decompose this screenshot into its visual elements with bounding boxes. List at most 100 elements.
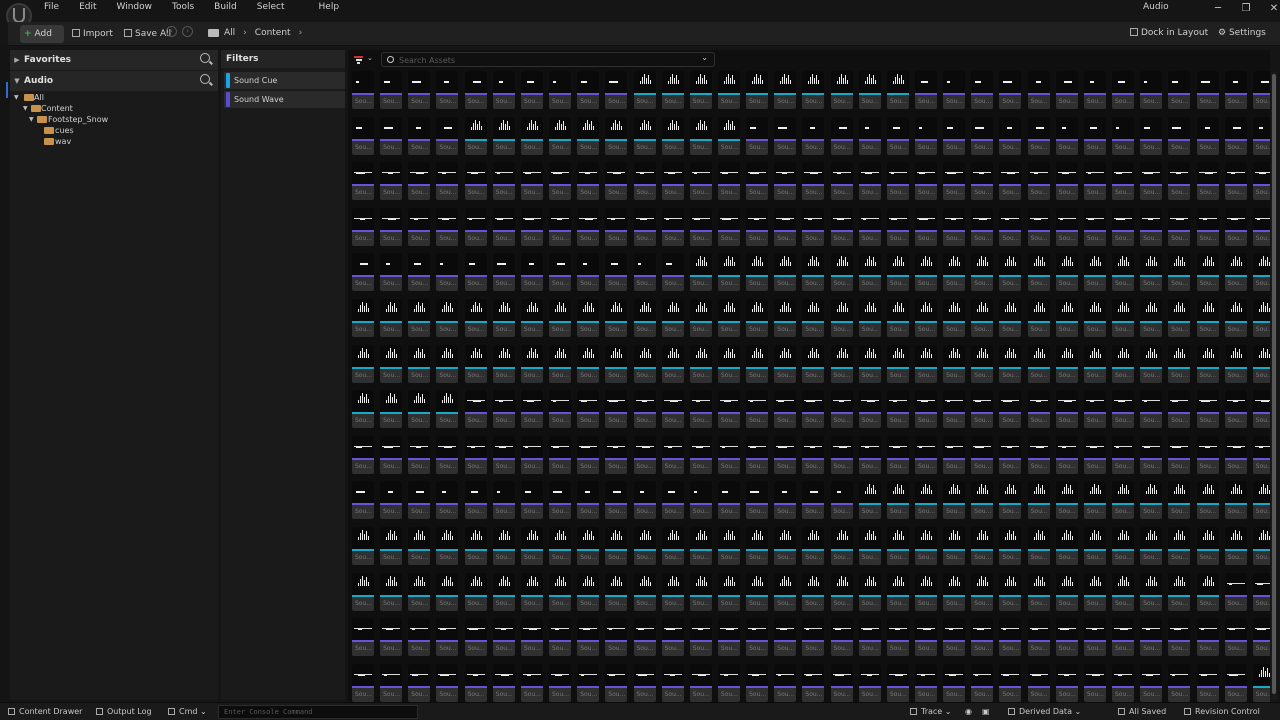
asset-tile-sound-wave[interactable]: Sou... (1055, 207, 1078, 246)
asset-tile-sound-wave[interactable]: Sou... (1027, 116, 1050, 155)
asset-tile-sound-wave[interactable]: Sou... (1196, 618, 1219, 657)
cmd-dropdown[interactable]: Cmd ⌄ (168, 703, 207, 720)
asset-tile-sound-cue[interactable]: Sou... (661, 344, 684, 383)
asset-tile-sound-wave[interactable]: Sou... (1112, 162, 1134, 201)
asset-tile-sound-wave[interactable]: Sou... (774, 481, 797, 520)
asset-tile-sound-wave[interactable]: Sou... (464, 390, 487, 429)
asset-tile-sound-cue[interactable]: Sou... (633, 116, 656, 155)
asset-tile-sound-cue[interactable]: Sou... (1083, 344, 1106, 383)
search-input[interactable] (399, 54, 689, 66)
asset-tile-sound-wave[interactable]: Sou... (915, 71, 937, 109)
asset-tile-sound-wave[interactable]: Sou... (746, 435, 769, 474)
minimize-icon[interactable]: ─ (1204, 3, 1232, 14)
asset-tile-sound-cue[interactable]: Sou... (605, 572, 628, 611)
asset-tile-sound-wave[interactable]: Sou... (436, 435, 459, 474)
asset-tile-sound-wave[interactable]: Sou... (661, 663, 684, 702)
asset-tile-sound-wave[interactable]: Sou... (1083, 663, 1106, 702)
asset-tile-sound-cue[interactable]: Sou... (774, 299, 797, 337)
asset-tile-sound-cue[interactable]: Sou... (492, 116, 515, 155)
asset-tile-sound-wave[interactable]: Sou... (520, 71, 543, 109)
chevron-right-icon[interactable]: › (299, 25, 303, 41)
asset-tile-sound-wave[interactable]: Sou... (915, 435, 937, 474)
asset-tile-sound-wave[interactable]: Sou... (858, 618, 881, 657)
back-icon[interactable]: ‹ (166, 26, 177, 37)
asset-tile-sound-wave[interactable]: Sou... (1196, 71, 1219, 109)
asset-tile-sound-cue[interactable]: Sou... (661, 527, 684, 565)
menu-help[interactable]: Help (319, 0, 340, 14)
asset-tile-sound-cue[interactable]: Sou... (858, 527, 881, 565)
asset-tile-sound-cue[interactable]: Sou... (464, 116, 487, 155)
asset-tile-sound-cue[interactable]: Sou... (915, 481, 937, 520)
asset-tile-sound-cue[interactable]: Sou... (352, 344, 374, 383)
asset-tile-sound-wave[interactable]: Sou... (1112, 435, 1134, 474)
asset-tile-sound-wave[interactable]: Sou... (380, 71, 403, 109)
asset-tile-sound-cue[interactable]: Sou... (1027, 253, 1050, 292)
asset-tile-sound-wave[interactable]: Sou... (1140, 663, 1163, 702)
asset-tile-sound-cue[interactable]: Sou... (1168, 299, 1191, 337)
asset-tile-sound-cue[interactable]: Sou... (1196, 253, 1219, 292)
asset-tile-sound-cue[interactable]: Sou... (577, 344, 600, 383)
asset-tile-sound-wave[interactable]: Sou... (380, 618, 403, 657)
filter-sound-wave[interactable]: Sound Wave (224, 91, 345, 108)
asset-tile-sound-wave[interactable]: Sou... (802, 435, 825, 474)
asset-tile-sound-cue[interactable]: Sou... (1112, 481, 1134, 520)
asset-tile-sound-wave[interactable]: Sou... (774, 162, 797, 201)
asset-tile-sound-wave[interactable]: Sou... (717, 162, 740, 201)
asset-tile-sound-wave[interactable]: Sou... (408, 435, 431, 474)
chevron-down-icon[interactable]: ▼ (10, 71, 24, 91)
asset-tile-sound-wave[interactable]: Sou... (1252, 572, 1270, 611)
asset-tile-sound-wave[interactable]: Sou... (577, 390, 600, 429)
asset-tile-sound-cue[interactable]: Sou... (1168, 527, 1191, 565)
asset-tile-sound-cue[interactable]: Sou... (1224, 344, 1247, 383)
asset-tile-sound-cue[interactable]: Sou... (915, 572, 937, 611)
asset-tile-sound-cue[interactable]: Sou... (633, 299, 656, 337)
asset-tile-sound-wave[interactable]: Sou... (1027, 618, 1050, 657)
asset-tile-sound-cue[interactable]: Sou... (436, 390, 459, 429)
asset-tile-sound-wave[interactable]: Sou... (380, 481, 403, 520)
asset-tile-sound-wave[interactable]: Sou... (492, 390, 515, 429)
asset-tile-sound-wave[interactable]: Sou... (971, 162, 994, 201)
asset-tile-sound-cue[interactable]: Sou... (352, 572, 374, 611)
asset-tile-sound-wave[interactable]: Sou... (999, 390, 1022, 429)
asset-tile-sound-wave[interactable]: Sou... (1140, 390, 1163, 429)
asset-tile-sound-wave[interactable]: Sou... (436, 71, 459, 109)
asset-tile-sound-cue[interactable]: Sou... (520, 299, 543, 337)
asset-tile-sound-wave[interactable]: Sou... (999, 435, 1022, 474)
asset-tile-sound-cue[interactable]: Sou... (1112, 344, 1134, 383)
asset-tile-sound-cue[interactable]: Sou... (436, 572, 459, 611)
asset-tile-sound-wave[interactable]: Sou... (774, 663, 797, 702)
asset-tile-sound-wave[interactable]: Sou... (436, 481, 459, 520)
asset-tile-sound-wave[interactable]: Sou... (717, 663, 740, 702)
asset-tile-sound-cue[interactable]: Sou... (408, 344, 431, 383)
asset-tile-sound-cue[interactable]: Sou... (1140, 344, 1163, 383)
asset-tile-sound-wave[interactable]: Sou... (605, 71, 628, 109)
asset-tile-sound-wave[interactable]: Sou... (1224, 390, 1247, 429)
asset-tile-sound-wave[interactable]: Sou... (689, 435, 712, 474)
asset-tile-sound-wave[interactable]: Sou... (971, 618, 994, 657)
asset-tile-sound-cue[interactable]: Sou... (1168, 572, 1191, 611)
asset-tile-sound-cue[interactable]: Sou... (999, 344, 1022, 383)
asset-tile-sound-wave[interactable]: Sou... (492, 481, 515, 520)
asset-tile-sound-wave[interactable]: Sou... (492, 162, 515, 201)
asset-tile-sound-wave[interactable]: Sou... (1252, 618, 1270, 657)
asset-tile-sound-wave[interactable]: Sou... (1083, 116, 1106, 155)
asset-tile-sound-cue[interactable]: Sou... (408, 572, 431, 611)
menu-build[interactable]: Build (214, 0, 237, 14)
output-log-button[interactable]: Output Log (96, 703, 152, 720)
asset-tile-sound-wave[interactable]: Sou... (999, 116, 1022, 155)
asset-tile-sound-wave[interactable]: Sou... (802, 663, 825, 702)
asset-tile-sound-cue[interactable]: Sou... (971, 572, 994, 611)
asset-tile-sound-wave[interactable]: Sou... (661, 435, 684, 474)
asset-tile-sound-wave[interactable]: Sou... (549, 207, 571, 246)
asset-tile-sound-wave[interactable]: Sou... (520, 390, 543, 429)
audio-header[interactable]: ▼ Audio (10, 71, 218, 91)
tree-item-content[interactable]: ▼ Content (10, 103, 218, 114)
asset-tile-sound-wave[interactable]: Sou... (464, 207, 487, 246)
asset-tile-sound-cue[interactable]: Sou... (830, 299, 853, 337)
asset-tile-sound-cue[interactable]: Sou... (886, 572, 909, 611)
asset-tile-sound-cue[interactable]: Sou... (802, 344, 825, 383)
asset-tile-sound-wave[interactable]: Sou... (352, 71, 374, 109)
asset-tile-sound-cue[interactable]: Sou... (464, 344, 487, 383)
asset-tile-sound-cue[interactable]: Sou... (943, 253, 966, 292)
asset-tile-sound-wave[interactable]: Sou... (436, 253, 459, 292)
